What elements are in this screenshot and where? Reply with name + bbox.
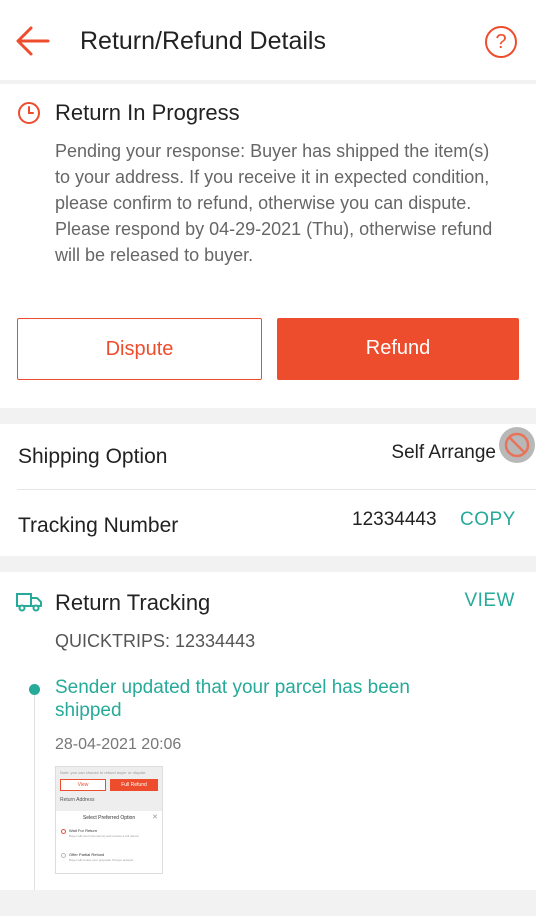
- thumbnail-note: Note: you can choose to refund buyer or …: [60, 770, 147, 775]
- thumbnail-option-2-sub: Buyer will review your proposal. If buye…: [69, 858, 134, 862]
- thumbnail-view-button: View: [60, 779, 106, 791]
- timeline-event-time: 28-04-2021 20:06: [55, 736, 182, 753]
- status-title: Return In Progress: [55, 100, 240, 125]
- timeline-dot: [29, 684, 40, 695]
- timeline-line: [34, 694, 35, 890]
- close-icon: ✕: [152, 814, 158, 821]
- floating-assistive-icon[interactable]: [499, 427, 535, 463]
- dispute-button[interactable]: Dispute: [17, 318, 262, 380]
- back-arrow-icon[interactable]: [14, 24, 54, 58]
- timeline-event-text: Sender updated that your parcel has been…: [55, 677, 410, 721]
- thumbnail-header: Note: you can choose to refund buyer or …: [56, 767, 162, 811]
- page-title: Return/Refund Details: [80, 27, 326, 55]
- thumbnail-option-2: Offer Partial Refund: [69, 852, 105, 857]
- thumbnail-option-1-sub: Buyer will return the item(s) and receiv…: [69, 834, 139, 838]
- return-status-card: Return In Progress Pending your response…: [0, 84, 536, 408]
- thumbnail-option-1: Wait For Return: [69, 828, 98, 833]
- shipping-card: Shipping Option Self Arrange Tracking Nu…: [0, 424, 536, 556]
- tracking-number-value: 12334443: [352, 509, 437, 530]
- status-description: Pending your response: Buyer has shipped…: [55, 141, 493, 265]
- attachment-thumbnail[interactable]: Note: you can choose to refund buyer or …: [55, 766, 163, 874]
- tracking-number-label: Tracking Number: [18, 514, 179, 537]
- refund-button[interactable]: Refund: [277, 318, 519, 380]
- thumbnail-panel-title: Select Preferred Option: [82, 815, 136, 821]
- truck-icon: [16, 591, 42, 613]
- radio-unselected: [61, 853, 66, 858]
- shipping-option-row: Shipping Option Self Arrange: [17, 424, 536, 490]
- tracking-number-row: Tracking Number 12334443 COPY: [0, 490, 536, 556]
- thumbnail-address: Return Address: [60, 797, 95, 803]
- clock-icon: [17, 101, 41, 125]
- view-button[interactable]: VIEW: [464, 588, 515, 614]
- shipping-option-label: Shipping Option: [18, 445, 168, 468]
- help-icon[interactable]: ?: [485, 26, 517, 58]
- courier-tracking: QUICKTRIPS: 12334443: [55, 631, 256, 651]
- shipping-option-value: Self Arrange: [391, 442, 496, 463]
- return-tracking-card: Return Tracking VIEW QUICKTRIPS: 1233444…: [0, 572, 536, 890]
- radio-selected: [61, 829, 66, 834]
- thumbnail-panel: Select Preferred Option ✕ Wait For Retur…: [56, 811, 162, 873]
- return-tracking-title: Return Tracking: [55, 590, 211, 615]
- copy-button[interactable]: COPY: [460, 507, 516, 533]
- app-header: Return/Refund Details ?: [0, 0, 536, 80]
- thumbnail-refund-button: Full Refund: [110, 779, 158, 791]
